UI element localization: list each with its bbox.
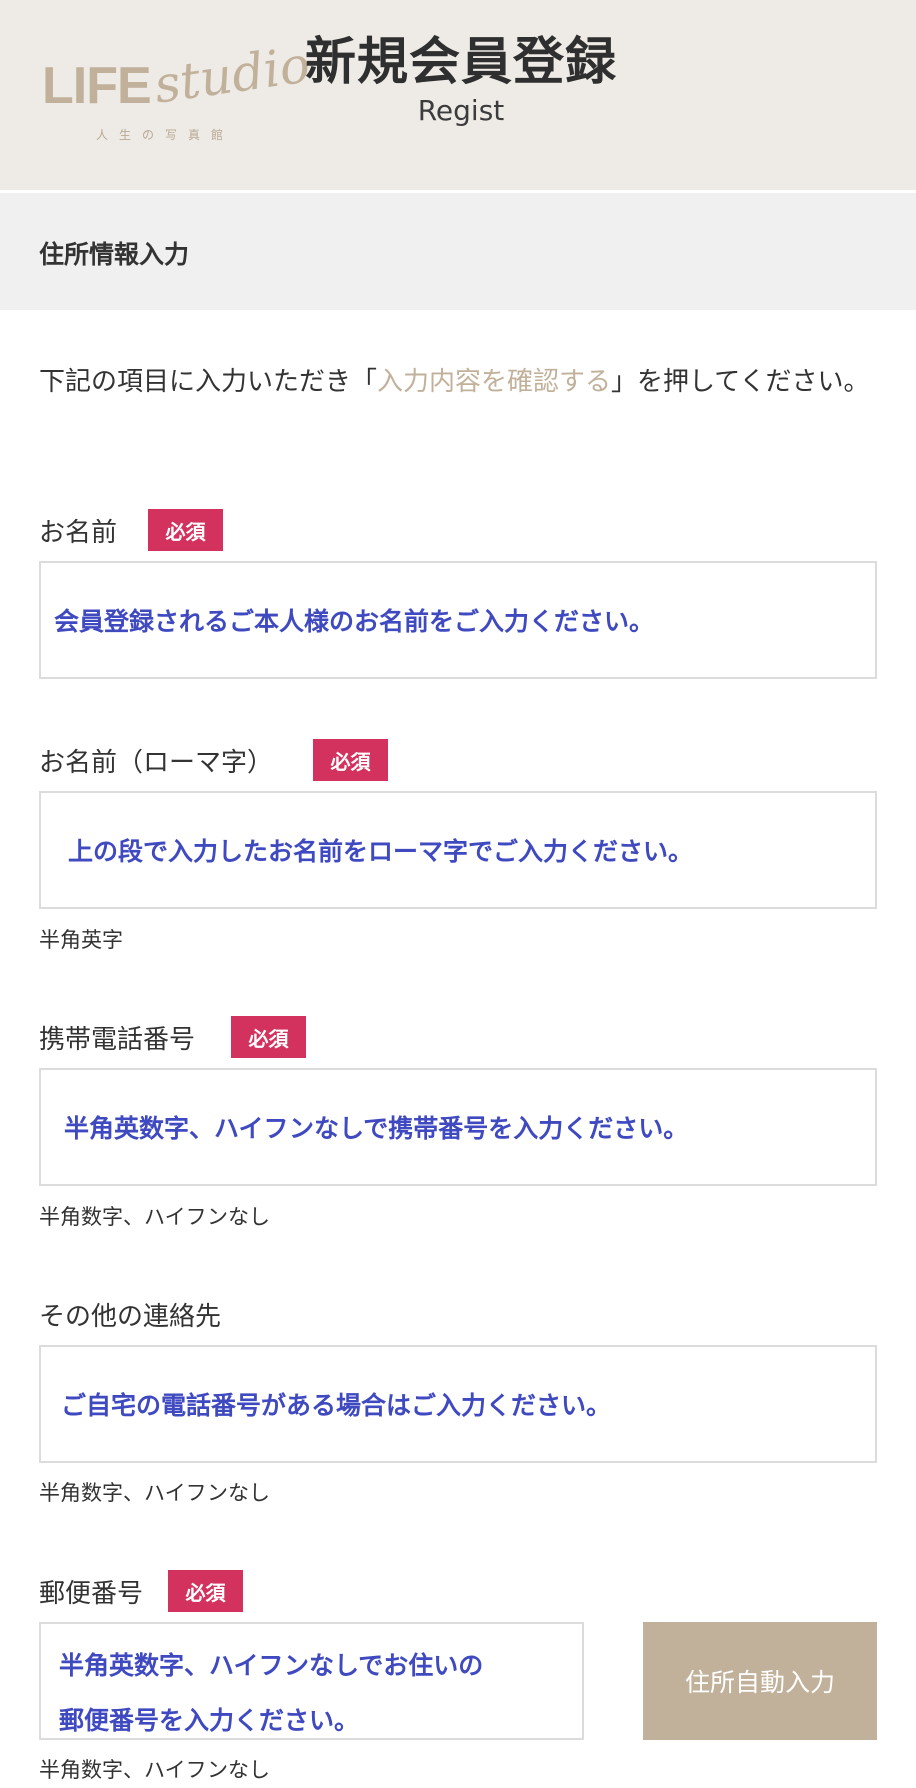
intro-before: 下記の項目に入力いただき「 bbox=[39, 367, 378, 397]
other-contact-input[interactable]: ご自宅の電話番号がある場合はご入力ください。 bbox=[39, 1345, 877, 1463]
name-romaji-input[interactable]: 上の段で入力したお名前をローマ字でご入力ください。 bbox=[39, 791, 877, 909]
logo-brand-text: LIFE bbox=[42, 57, 152, 115]
mobile-phone-input-placeholder: 半角英数字、ハイフンなしで携帯番号を入力ください。 bbox=[64, 1114, 689, 1143]
required-badge: 必須 bbox=[168, 1570, 243, 1612]
postal-code-input[interactable]: 半角英数字、ハイフンなしでお住いの 郵便番号を入力ください。 bbox=[39, 1622, 584, 1740]
intro-text: 下記の項目に入力いただき「入力内容を確認する」を押してください。 bbox=[39, 358, 877, 406]
postal-code-placeholder-line1: 半角英数字、ハイフンなしでお住いの bbox=[59, 1651, 484, 1680]
required-badge: 必須 bbox=[231, 1016, 306, 1058]
mobile-phone-input[interactable]: 半角英数字、ハイフンなしで携帯番号を入力ください。 bbox=[39, 1068, 877, 1186]
mobile-phone-hint: 半角数字、ハイフンなし bbox=[39, 1205, 270, 1229]
auto-address-button[interactable]: 住所自動入力 bbox=[643, 1622, 877, 1740]
required-badge: 必須 bbox=[313, 739, 388, 781]
logo-script-text: studio bbox=[150, 35, 314, 115]
other-contact-input-placeholder: ご自宅の電話番号がある場合はご入力ください。 bbox=[61, 1391, 612, 1420]
required-badge: 必須 bbox=[148, 509, 223, 551]
intro-after: 」を押してください。 bbox=[611, 367, 870, 397]
life-studio-logo[interactable]: LIFE studio 人生の写真館 bbox=[42, 18, 313, 148]
confirm-link-text: 入力内容を確認する bbox=[377, 367, 612, 397]
section-header: 住所情報入力 bbox=[0, 193, 916, 310]
other-contact-hint: 半角数字、ハイフンなし bbox=[39, 1481, 270, 1505]
postal-code-hint: 半角数字、ハイフンなし bbox=[39, 1758, 270, 1782]
name-label: お名前 bbox=[39, 518, 118, 548]
page-header: LIFE studio 人生の写真館 新規会員登録 Regist bbox=[0, 0, 916, 190]
name-romaji-label: お名前（ローマ字） bbox=[39, 748, 274, 778]
name-romaji-hint: 半角英字 bbox=[39, 928, 123, 952]
mobile-phone-label: 携帯電話番号 bbox=[39, 1025, 196, 1055]
postal-code-placeholder-line2: 郵便番号を入力ください。 bbox=[59, 1706, 360, 1735]
logo-tagline: 人生の写真館 bbox=[96, 128, 235, 142]
page-subtitle: Regist bbox=[417, 94, 505, 127]
name-romaji-input-placeholder: 上の段で入力したお名前をローマ字でご入力ください。 bbox=[68, 837, 694, 866]
page-title: 新規会員登録 bbox=[304, 33, 617, 92]
name-input-placeholder: 会員登録されるご本人様のお名前をご入力ください。 bbox=[54, 607, 655, 636]
section-title: 住所情報入力 bbox=[39, 240, 190, 269]
other-contact-label: その他の連絡先 bbox=[39, 1302, 222, 1332]
postal-code-label: 郵便番号 bbox=[39, 1579, 144, 1609]
name-input[interactable]: 会員登録されるご本人様のお名前をご入力ください。 bbox=[39, 561, 877, 679]
